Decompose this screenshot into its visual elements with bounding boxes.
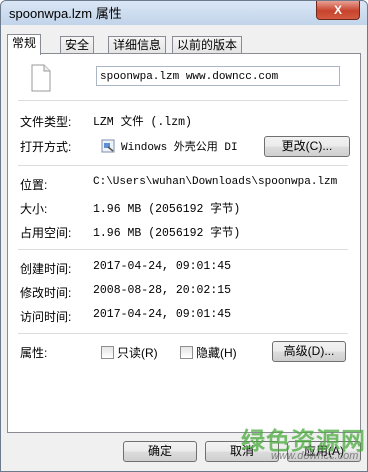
file-name-input[interactable]: spoonwpa.lzm www.downcc.com bbox=[96, 66, 340, 86]
ok-button[interactable]: 确定 bbox=[123, 441, 197, 462]
tab-previous-versions[interactable]: 以前的版本 bbox=[172, 36, 243, 54]
divider bbox=[18, 100, 348, 101]
advanced-button[interactable]: 高级(D)... bbox=[272, 341, 346, 362]
hidden-checkbox[interactable] bbox=[180, 346, 193, 359]
divider bbox=[18, 249, 348, 250]
app-icon bbox=[101, 139, 115, 153]
watermark: 绿色资源网 www.downcc.com bbox=[237, 421, 365, 467]
open-with-label: 打开方式: bbox=[20, 140, 72, 154]
open-with-value: Windows 外壳公用 DI bbox=[121, 142, 238, 154]
location-label: 位置: bbox=[20, 178, 48, 192]
modified-label: 修改时间: bbox=[20, 286, 72, 300]
attributes-label: 属性: bbox=[20, 346, 48, 360]
divider bbox=[18, 165, 348, 166]
size-label: 大小: bbox=[20, 202, 48, 216]
hidden-label[interactable]: 隐藏(H) bbox=[196, 344, 237, 361]
created-value: 2017-04-24, 09:01:45 bbox=[93, 260, 232, 273]
title-bar[interactable]: spoonwpa.lzm 属性 X bbox=[1, 1, 367, 25]
location-value: C:\Users\wuhan\Downloads\spoonwpa.lzm bbox=[93, 176, 338, 188]
change-button[interactable]: 更改(C)... bbox=[264, 136, 350, 157]
properties-dialog: spoonwpa.lzm 属性 X 常规 安全 详细信息 以前的版本 spoon… bbox=[0, 0, 368, 472]
size-value: 1.96 MB (2056192 字节) bbox=[93, 203, 241, 216]
created-label: 创建时间: bbox=[20, 262, 72, 276]
close-button[interactable]: X bbox=[316, 1, 360, 20]
readonly-checkbox[interactable] bbox=[101, 346, 114, 359]
modified-value: 2008-08-28, 20:02:15 bbox=[93, 284, 232, 297]
tab-security[interactable]: 安全 bbox=[60, 36, 95, 54]
file-type-label: 文件类型: bbox=[20, 115, 72, 129]
size-on-disk-value: 1.96 MB (2056192 字节) bbox=[93, 227, 241, 240]
file-icon bbox=[31, 64, 51, 92]
file-type-value: LZM 文件 (.lzm) bbox=[93, 116, 192, 129]
divider bbox=[18, 333, 348, 334]
tab-details[interactable]: 详细信息 bbox=[108, 36, 167, 54]
watermark-url: www.downcc.com bbox=[271, 450, 359, 462]
readonly-label[interactable]: 只读(R) bbox=[117, 344, 158, 361]
tab-general[interactable]: 常规 bbox=[7, 34, 42, 55]
accessed-label: 访问时间: bbox=[20, 310, 72, 324]
general-tab-panel: spoonwpa.lzm www.downcc.com 文件类型: LZM 文件… bbox=[7, 53, 361, 433]
size-on-disk-label: 占用空间: bbox=[20, 226, 72, 240]
window-title: spoonwpa.lzm 属性 bbox=[9, 6, 122, 21]
accessed-value: 2017-04-24, 09:01:45 bbox=[93, 308, 232, 321]
